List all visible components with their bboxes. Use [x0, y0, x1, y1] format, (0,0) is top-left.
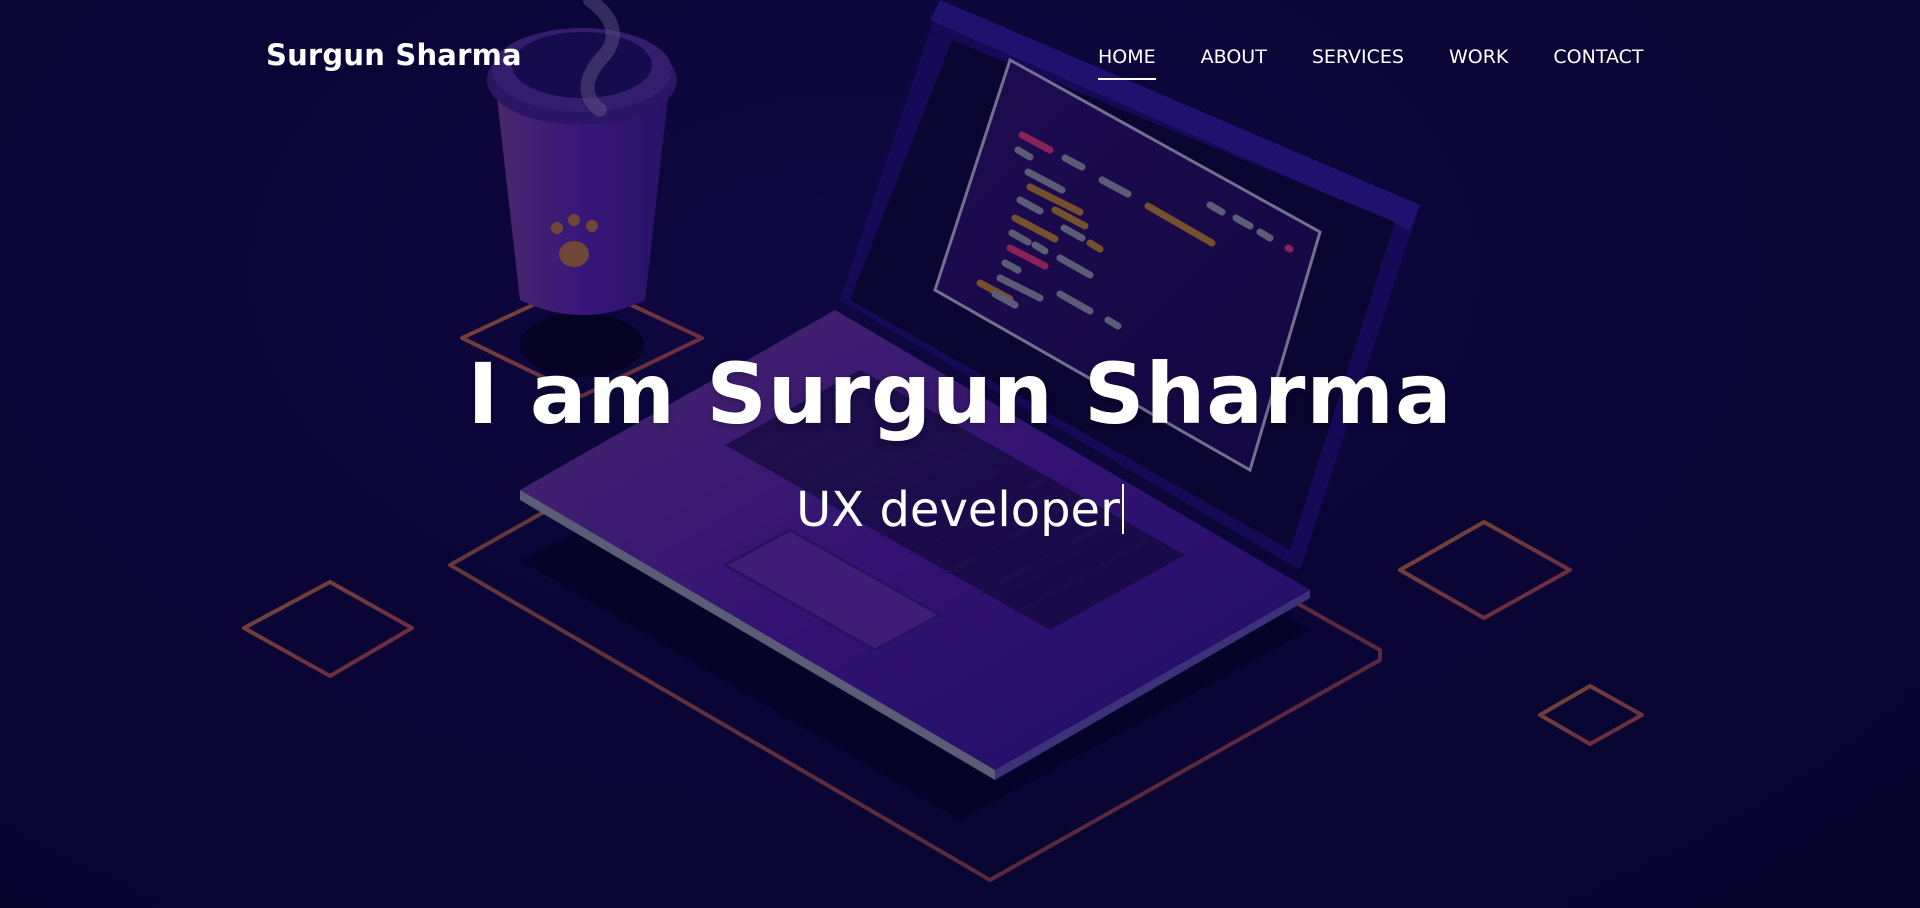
typing-caret	[1121, 484, 1124, 534]
hero-subtitle: UX developer	[0, 482, 1920, 538]
brand-logo[interactable]: Surgun Sharma	[266, 38, 522, 72]
main-nav: HOME ABOUT SERVICES WORK CONTACT	[1098, 46, 1689, 80]
nav-about[interactable]: ABOUT	[1201, 46, 1267, 80]
nav-contact[interactable]: CONTACT	[1553, 46, 1643, 80]
nav-home[interactable]: HOME	[1098, 46, 1156, 80]
nav-work[interactable]: WORK	[1449, 46, 1508, 80]
hero-title: I am Surgun Sharma	[467, 345, 1453, 443]
typed-role-text: UX developer	[796, 482, 1120, 538]
navbar: Surgun Sharma HOME ABOUT SERVICES WORK C…	[0, 0, 1920, 115]
hero-illustration	[0, 0, 1920, 908]
nav-services[interactable]: SERVICES	[1312, 46, 1404, 80]
